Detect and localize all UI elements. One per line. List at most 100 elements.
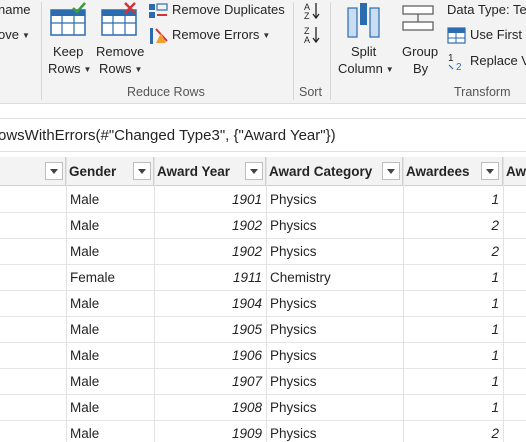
cell-award-category[interactable]: Physics bbox=[270, 369, 403, 395]
cell-awardees[interactable]: 2 bbox=[403, 239, 503, 265]
cell-gender[interactable]: Male bbox=[70, 291, 154, 317]
cell-award-category[interactable]: Physics bbox=[270, 343, 403, 369]
formula-text[interactable]: owsWithErrors(#"Changed Type3", {"Award … bbox=[0, 127, 336, 144]
cell-award-category[interactable]: Physics bbox=[270, 317, 403, 343]
cell-gender[interactable]: Male bbox=[70, 187, 154, 213]
column-header-label: Award Year bbox=[157, 164, 231, 179]
split-column-icon bbox=[347, 3, 380, 38]
cell-gender[interactable]: Male bbox=[70, 369, 154, 395]
table-row[interactable]: Male 1909 Physics 2 bbox=[0, 421, 526, 442]
table-row[interactable]: Male 1907 Physics 1 bbox=[0, 369, 526, 395]
cell-awardees[interactable]: 1 bbox=[403, 291, 503, 317]
column-header-label: Award Category bbox=[269, 164, 373, 179]
cut-ribbon-item-top[interactable]: name bbox=[0, 2, 31, 17]
keep-rows-label-text: Rows bbox=[48, 61, 81, 76]
column-header-awardees[interactable]: Awardees bbox=[403, 157, 503, 186]
cell-gender[interactable]: Male bbox=[70, 421, 154, 442]
sort-ascending-icon[interactable]: A Z bbox=[303, 1, 321, 21]
sort-descending-icon[interactable]: Z A bbox=[303, 25, 321, 45]
column-divider bbox=[266, 157, 267, 442]
cell-gender[interactable]: Male bbox=[70, 239, 154, 265]
cell-award-year[interactable]: 1902 bbox=[154, 213, 266, 239]
cell-award-category[interactable]: Physics bbox=[270, 395, 403, 421]
cell-gender[interactable]: Male bbox=[70, 317, 154, 343]
cell-award-category[interactable]: Physics bbox=[270, 421, 403, 442]
data-grid: Gender Award Year Award Category Awardee… bbox=[0, 157, 526, 442]
table-row[interactable]: Female 1911 Chemistry 1 bbox=[0, 265, 526, 291]
reduce-rows-group-label: Reduce Rows bbox=[127, 85, 205, 99]
column-divider bbox=[403, 157, 404, 442]
svg-text:Z: Z bbox=[304, 11, 310, 21]
cell-award-year[interactable]: 1906 bbox=[154, 343, 266, 369]
cell-award-category[interactable]: Physics bbox=[270, 187, 403, 213]
table-row[interactable]: Male 1906 Physics 1 bbox=[0, 343, 526, 369]
cut-ribbon-item-dropdown[interactable]: ove ▼ bbox=[0, 27, 30, 42]
svg-text:A: A bbox=[304, 35, 310, 45]
cell-gender[interactable]: Male bbox=[70, 343, 154, 369]
cell-award-year[interactable]: 1909 bbox=[154, 421, 266, 442]
cell-award-year[interactable]: 1911 bbox=[154, 265, 266, 291]
split-column-label-text: Column bbox=[338, 61, 383, 76]
svg-text:2: 2 bbox=[456, 62, 462, 72]
table-row[interactable]: Male 1902 Physics 2 bbox=[0, 213, 526, 239]
formula-bar[interactable]: owsWithErrors(#"Changed Type3", {"Award … bbox=[0, 118, 526, 152]
data-type-label: Data Type: Te bbox=[447, 2, 526, 17]
keep-rows-label-2: Rows ▼ bbox=[48, 61, 91, 76]
use-first-row-label: Use First R bbox=[470, 27, 526, 42]
cut-ribbon-item-label: ove bbox=[0, 27, 19, 42]
table-row[interactable]: Male 1904 Physics 1 bbox=[0, 291, 526, 317]
table-row[interactable]: Male 1901 Physics 1 bbox=[0, 187, 526, 213]
table-row[interactable]: Male 1908 Physics 1 bbox=[0, 395, 526, 421]
replace-values-label: Replace V bbox=[470, 53, 526, 68]
table-row[interactable]: Male 1902 Physics 2 bbox=[0, 239, 526, 265]
cell-awardees[interactable]: 1 bbox=[403, 265, 503, 291]
column-filter-dropdown-icon[interactable] bbox=[133, 162, 151, 180]
column-filter-dropdown-icon[interactable] bbox=[382, 162, 400, 180]
cell-award-year[interactable]: 1901 bbox=[154, 187, 266, 213]
chevron-down-icon: ▼ bbox=[21, 31, 30, 40]
cell-award-category[interactable]: Physics bbox=[270, 291, 403, 317]
group-by-label-1: Group bbox=[402, 44, 439, 59]
column-header-award-category[interactable]: Award Category bbox=[266, 157, 403, 186]
column-header-cut[interactable] bbox=[0, 157, 66, 186]
chevron-down-icon: ▼ bbox=[83, 65, 92, 74]
group-by-icon bbox=[402, 5, 434, 31]
remove-errors-label: Remove Errors bbox=[172, 27, 260, 42]
column-header-gender[interactable]: Gender bbox=[66, 157, 154, 186]
cell-gender[interactable]: Male bbox=[70, 395, 154, 421]
cell-awardees[interactable]: 1 bbox=[403, 369, 503, 395]
cell-gender[interactable]: Female bbox=[70, 265, 154, 291]
remove-duplicates-icon bbox=[149, 3, 168, 18]
split-column-label-1: Split bbox=[351, 44, 377, 59]
column-filter-dropdown-icon[interactable] bbox=[481, 162, 499, 180]
cell-award-year[interactable]: 1904 bbox=[154, 291, 266, 317]
cell-award-year[interactable]: 1908 bbox=[154, 395, 266, 421]
remove-rows-label-text: Rows bbox=[99, 61, 132, 76]
cell-awardees[interactable]: 2 bbox=[403, 213, 503, 239]
cell-award-category[interactable]: Physics bbox=[270, 213, 403, 239]
cell-award-year[interactable]: 1907 bbox=[154, 369, 266, 395]
cell-awardees[interactable]: 1 bbox=[403, 343, 503, 369]
cell-award-year[interactable]: 1905 bbox=[154, 317, 266, 343]
column-divider bbox=[154, 157, 155, 442]
cell-award-category[interactable]: Physics bbox=[270, 239, 403, 265]
cell-award-year[interactable]: 1902 bbox=[154, 239, 266, 265]
column-header-label: Aw bbox=[506, 164, 526, 179]
cell-awardees[interactable]: 1 bbox=[403, 317, 503, 343]
column-header-award-year[interactable]: Award Year bbox=[154, 157, 266, 186]
group-by-label-2: By bbox=[413, 61, 429, 76]
cell-awardees[interactable]: 2 bbox=[403, 421, 503, 442]
column-filter-dropdown-icon[interactable] bbox=[45, 162, 63, 180]
cell-awardees[interactable]: 1 bbox=[403, 395, 503, 421]
column-header-cut-right[interactable]: Aw bbox=[503, 157, 526, 186]
cell-gender[interactable]: Male bbox=[70, 213, 154, 239]
chevron-down-icon: ▼ bbox=[262, 31, 271, 40]
column-filter-dropdown-icon[interactable] bbox=[245, 162, 263, 180]
split-column-label-2: Column ▼ bbox=[338, 61, 394, 76]
cell-awardees[interactable]: 1 bbox=[403, 187, 503, 213]
table-row[interactable]: Male 1905 Physics 1 bbox=[0, 317, 526, 343]
remove-rows-label-2: Rows ▼ bbox=[99, 61, 142, 76]
cell-award-category[interactable]: Chemistry bbox=[270, 265, 403, 291]
svg-text:1: 1 bbox=[448, 53, 454, 64]
remove-rows-label-1: Remove bbox=[96, 44, 145, 59]
